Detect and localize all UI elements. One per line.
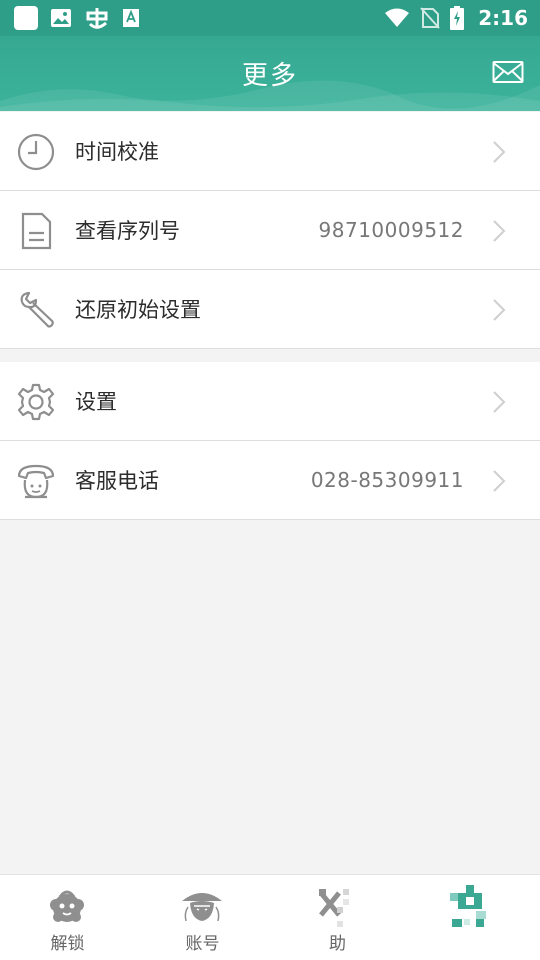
menu-item-label: 设置	[75, 390, 117, 414]
image-icon	[50, 8, 72, 28]
chevron-right-icon	[493, 299, 506, 321]
bug-icon	[84, 5, 110, 31]
font-download-icon	[122, 8, 140, 28]
menu-item-label: 客服电话	[75, 469, 159, 493]
menu-item-serial-number[interactable]: 查看序列号 98710009512	[0, 191, 540, 270]
bottom-nav: 解锁 账号 助	[0, 874, 540, 960]
helper-tools-icon	[319, 889, 349, 927]
serial-number-value: 98710009512	[318, 218, 464, 242]
more-page: 2:16 更多 时间校准 查看序列号 98710009512 还原初始设置 设置…	[0, 0, 540, 960]
chevron-right-icon	[493, 141, 506, 163]
wrench-icon	[20, 291, 54, 328]
menu-item-label: 查看序列号	[75, 219, 180, 243]
no-sim-icon	[420, 7, 440, 29]
battery-charging-icon	[450, 6, 465, 30]
clock-icon	[17, 133, 55, 171]
chevron-right-icon	[493, 391, 506, 413]
phone-icon	[17, 464, 55, 499]
unlock-mascot-icon	[50, 890, 84, 922]
account-mascot-icon	[182, 893, 222, 922]
menu-item-factory-reset[interactable]: 还原初始设置	[0, 270, 540, 349]
nav-tab-helper[interactable]: 助	[270, 875, 405, 960]
menu-item-time-calibration[interactable]: 时间校准	[0, 112, 540, 191]
menu-item-settings[interactable]: 设置	[0, 362, 540, 441]
status-bar-right: 2:16	[384, 6, 528, 30]
menu-group-1: 时间校准 查看序列号 98710009512 还原初始设置	[0, 112, 540, 349]
wifi-icon	[384, 8, 410, 28]
more-pixel-icon	[450, 885, 486, 927]
nav-tab-account[interactable]: 账号	[135, 875, 270, 960]
mail-icon[interactable]	[492, 60, 524, 84]
document-icon	[21, 212, 52, 250]
app-square-icon	[14, 6, 38, 30]
nav-label: 账号	[185, 934, 220, 954]
status-bar-left	[14, 5, 140, 31]
status-time: 2:16	[478, 6, 528, 30]
gear-icon	[17, 383, 55, 421]
menu-item-label: 时间校准	[75, 140, 159, 164]
nav-tab-unlock[interactable]: 解锁	[0, 875, 135, 960]
status-bar: 2:16	[0, 0, 540, 36]
page-title: 更多	[241, 61, 298, 91]
customer-service-phone-value: 028-85309911	[310, 468, 464, 492]
nav-tab-more[interactable]	[405, 875, 540, 960]
nav-label: 解锁	[50, 934, 85, 954]
app-header: 更多	[0, 36, 540, 111]
menu-item-label: 还原初始设置	[75, 298, 201, 322]
menu-group-2: 设置 客服电话 028-85309911	[0, 362, 540, 520]
nav-label: 助	[329, 934, 346, 954]
menu-item-customer-service[interactable]: 客服电话 028-85309911	[0, 441, 540, 520]
chevron-right-icon	[493, 470, 506, 492]
chevron-right-icon	[493, 220, 506, 242]
